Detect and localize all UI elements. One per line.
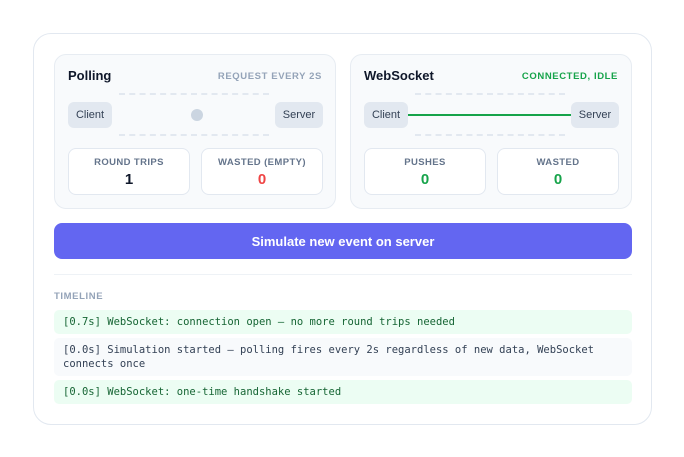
websocket-dashed-line-top xyxy=(415,93,565,95)
stat-label: PUSHES xyxy=(404,157,446,168)
polling-client-node: Client xyxy=(68,102,112,128)
timeline-entry: [0.0s] Simulation started — polling fire… xyxy=(54,338,632,376)
divider xyxy=(54,274,632,275)
polling-status: REQUEST EVERY 2S xyxy=(217,71,322,82)
websocket-server-node: Server xyxy=(571,102,619,128)
stat-label: ROUND TRIPS xyxy=(94,157,164,168)
stat-value: 0 xyxy=(420,171,430,188)
timeline-title: TIMELINE xyxy=(54,291,104,302)
websocket-client-node: Client xyxy=(364,102,408,128)
websocket-stat-wasted: WASTED 0 xyxy=(497,148,619,195)
websocket-status: CONNECTED, IDLE xyxy=(521,71,618,82)
polling-title: Polling xyxy=(68,68,112,83)
simulate-event-button[interactable]: Simulate new event on server xyxy=(54,223,632,259)
stat-label: WASTED (EMPTY) xyxy=(218,157,306,168)
polling-stat-round-trips: ROUND TRIPS 1 xyxy=(68,148,190,195)
polling-panel: Polling REQUEST EVERY 2S Client Server R… xyxy=(54,54,336,209)
websocket-dashed-line-bottom xyxy=(415,134,565,136)
polling-request-dot xyxy=(191,109,203,121)
polling-dashed-line-top xyxy=(119,93,269,95)
stat-value: 0 xyxy=(553,171,563,188)
comparison-card: Polling REQUEST EVERY 2S Client Server R… xyxy=(33,33,652,425)
websocket-connection-line xyxy=(408,114,571,116)
timeline-entry: [0.0s] WebSocket: one-time handshake sta… xyxy=(54,380,632,404)
stat-label: WASTED xyxy=(536,157,580,168)
polling-dashed-line-bottom xyxy=(119,134,269,136)
timeline-entry: [0.7s] WebSocket: connection open — no m… xyxy=(54,310,632,334)
polling-server-node: Server xyxy=(275,102,323,128)
polling-stat-wasted: WASTED (EMPTY) 0 xyxy=(201,148,323,195)
websocket-panel: WebSocket CONNECTED, IDLE Client Server … xyxy=(350,54,632,209)
websocket-stat-pushes: PUSHES 0 xyxy=(364,148,486,195)
websocket-title: WebSocket xyxy=(364,68,434,83)
stat-value: 1 xyxy=(124,171,134,188)
stat-value: 0 xyxy=(257,171,267,188)
